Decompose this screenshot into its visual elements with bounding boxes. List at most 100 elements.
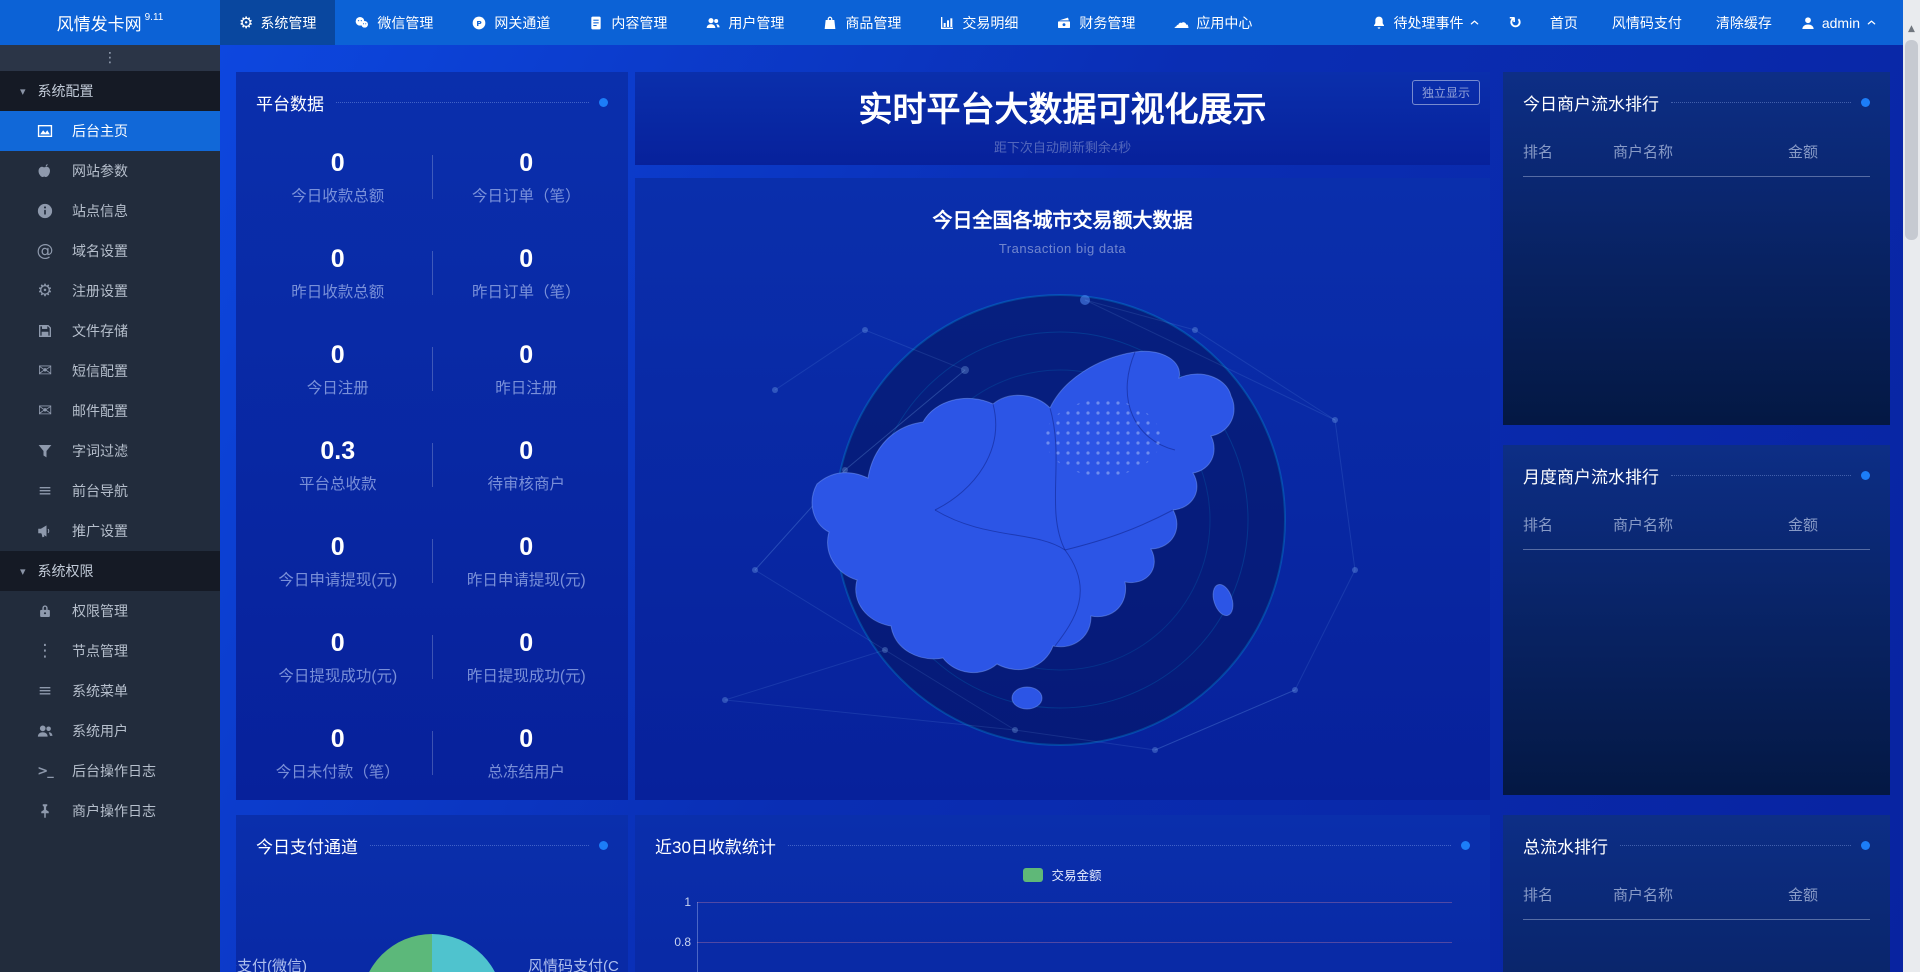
top-nav-item[interactable]: 网关通道 [452, 0, 569, 45]
sidebar-item[interactable]: 文件存储 [0, 311, 220, 351]
navbar-link[interactable]: 清除缓存 [1716, 13, 1772, 33]
panel-title: 近30日收款统计 [655, 833, 776, 858]
top-nav-item[interactable]: ⚙系统管理 [220, 0, 335, 45]
sidebar-section-header[interactable]: ▾系统权限 [0, 551, 220, 591]
stat-label: 今日申请提现(元) [278, 568, 397, 590]
refresh-button[interactable]: ↻ [1508, 12, 1521, 34]
sidebar-item[interactable]: ⋮节点管理 [0, 631, 220, 671]
top-nav-item-label: 商品管理 [845, 13, 901, 33]
sidebar-item[interactable]: 权限管理 [0, 591, 220, 631]
standalone-display-button[interactable]: 独立显示 [1412, 80, 1480, 105]
sidebar-item-label: 邮件配置 [72, 401, 128, 421]
app-logo[interactable]: 风情发卡网9.11 [0, 0, 220, 45]
stat-item: 0昨日申请提现(元) [433, 513, 621, 609]
top-nav-item[interactable]: 财务管理 [1037, 0, 1154, 45]
sidebar-item[interactable]: 字词过滤 [0, 431, 220, 471]
user-menu[interactable]: admin [1800, 15, 1877, 31]
stat-label: 今日注册 [307, 376, 369, 398]
sidebar-item[interactable]: ✉短信配置 [0, 351, 220, 391]
today-merchant-rank-panel: 今日商户流水排行排名商户名称金额 [1503, 72, 1890, 425]
homechart-icon [36, 122, 54, 140]
floppy-icon [36, 322, 54, 340]
top-nav-item-label: 应用中心 [1196, 13, 1252, 33]
users-icon [36, 722, 54, 740]
sidebar-item-label: 推广设置 [72, 521, 128, 541]
bell-icon [1371, 15, 1387, 31]
stats-grid: 0今日收款总额0今日订单（笔）0昨日收款总额0昨日订单（笔）0今日注册0昨日注册… [236, 115, 628, 801]
sidebar-item-icon-wrap: ✉ [34, 403, 56, 420]
sidebar-item[interactable]: >_后台操作日志 [0, 751, 220, 791]
stat-value: 0 [331, 725, 345, 754]
mega-icon [36, 522, 54, 540]
envelope-icon: ✉ [38, 363, 52, 380]
sidebar-item[interactable]: 后台主页 [0, 111, 220, 151]
top-nav-item[interactable]: ☁应用中心 [1154, 0, 1271, 45]
sidebar-item[interactable]: 商户操作日志 [0, 791, 220, 831]
stat-label: 今日收款总额 [291, 184, 384, 206]
sidebar-menu: ▾系统配置后台主页网站参数站点信息@域名设置⚙注册设置文件存储✉短信配置✉邮件配… [0, 71, 220, 831]
navbar-link-label: 风情码支付 [1612, 13, 1682, 33]
rank-column-header: 商户名称 [1613, 141, 1788, 162]
menu-icon: ≡ [38, 683, 52, 700]
info-icon [36, 202, 54, 220]
navbar-link[interactable]: 首页 [1550, 13, 1578, 33]
sidebar-item-icon-wrap [34, 202, 56, 220]
total-flow-rank-panel: 总流水排行排名商户名称金额 [1503, 815, 1890, 972]
rank-header-underline [1523, 549, 1870, 550]
stat-item: 0今日未付款（笔） [244, 705, 432, 801]
sidebar-item-icon-wrap [34, 442, 56, 460]
at-icon: @ [37, 243, 54, 260]
sidebar-item[interactable]: @域名设置 [0, 231, 220, 271]
top-nav-item[interactable]: 交易明细 [920, 0, 1037, 45]
top-nav-item[interactable]: 微信管理 [335, 0, 452, 45]
navbar-link[interactable]: 风情码支付 [1612, 13, 1682, 33]
stat-label: 今日订单（笔） [472, 184, 581, 206]
rank-column-header: 商户名称 [1613, 884, 1788, 905]
panel-title: 今日商户流水排行 [1523, 90, 1659, 115]
sidebar-item[interactable]: ⚙注册设置 [0, 271, 220, 311]
y-axis [697, 902, 698, 972]
sidebar-item[interactable]: 推广设置 [0, 511, 220, 551]
scrollbar-thumb[interactable] [1905, 40, 1918, 240]
sidebar-item[interactable]: ≡前台导航 [0, 471, 220, 511]
stat-value: 0 [519, 629, 533, 658]
sidebar-item[interactable]: 站点信息 [0, 191, 220, 231]
sidebar-item[interactable]: 系统用户 [0, 711, 220, 751]
stat-label: 总冻结用户 [487, 760, 565, 782]
sidebar-section-header[interactable]: ▾系统配置 [0, 71, 220, 111]
stat-item: 0今日提现成功(元) [244, 609, 432, 705]
dotted-line [370, 845, 589, 846]
map-title: 今日全国各城市交易额大数据 [635, 204, 1490, 233]
stat-item: 0今日收款总额 [244, 129, 432, 225]
sidebar-item[interactable]: ≡ 系统菜单 [0, 671, 220, 711]
dashboard-title: 实时平台大数据可视化展示 [635, 82, 1490, 131]
sidebar-item-icon-wrap [34, 722, 56, 740]
stat-value: 0 [331, 629, 345, 658]
bell-icon [1371, 15, 1387, 31]
scroll-up-arrow[interactable]: ▲ [1903, 24, 1920, 34]
y-tick: 1 [665, 895, 691, 909]
stat-label: 昨日提现成功(元) [467, 664, 586, 686]
pending-events-button[interactable]: 待处理事件 [1371, 13, 1480, 33]
stat-value: 0 [519, 437, 533, 466]
top-nav-item[interactable]: 用户管理 [686, 0, 803, 45]
top-nav-item[interactable]: 商品管理 [803, 0, 920, 45]
stat-value: 0 [519, 149, 533, 178]
sidebar-collapse-toggle[interactable]: ⋮ [0, 45, 220, 71]
stat-item: 0昨日注册 [433, 321, 621, 417]
gridline [697, 942, 1452, 943]
pcircle-icon [471, 15, 487, 31]
stat-item: 0今日注册 [244, 321, 432, 417]
rank-table-header: 排名商户名称金额 [1503, 115, 1890, 162]
top-nav-item[interactable]: 内容管理 [569, 0, 686, 45]
sidebar-item-label: 系统菜单 [72, 681, 128, 701]
pie-label-right: 风情码支付(C [528, 955, 619, 972]
sidebar-item-icon-wrap: @ [34, 243, 56, 260]
sidebar-item-label: 网站参数 [72, 161, 128, 181]
chart-legend[interactable]: 交易金额 [635, 865, 1490, 884]
stat-item: 0待审核商户 [433, 417, 621, 513]
sidebar-item[interactable]: ✉ 邮件配置 [0, 391, 220, 431]
sidebar-item[interactable]: 网站参数 [0, 151, 220, 191]
收款-statistics-panel: 近30日收款统计 交易金额 1 0.8 [635, 815, 1490, 972]
page-scrollbar[interactable]: ▲ [1903, 0, 1920, 972]
